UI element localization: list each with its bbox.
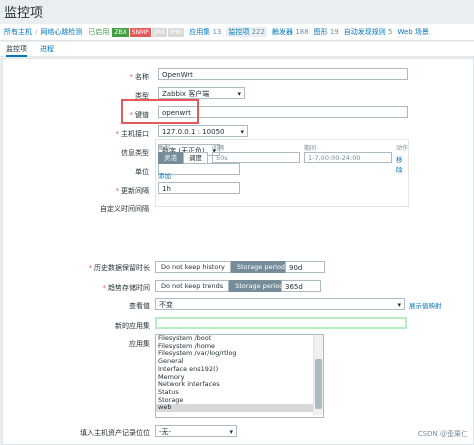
- tab-bar: 监控项 进程: [0, 42, 474, 57]
- nav-items-label: 监控项: [228, 28, 250, 36]
- scrollbar-thumb[interactable]: [315, 359, 322, 409]
- breadcrumb-all-hosts[interactable]: 所有主机: [4, 27, 32, 37]
- inventory-label: 填入主机资产记录位位: [80, 429, 150, 437]
- nav-items-count: 222: [251, 28, 265, 36]
- do-not-keep-history-option[interactable]: Do not keep history: [155, 261, 231, 273]
- trends-input[interactable]: 365d: [281, 280, 321, 292]
- type-select[interactable]: Zabbix 客户端: [158, 87, 245, 99]
- badge-snmp: SNMP: [129, 27, 151, 37]
- badge-ipmi: IPMI: [167, 27, 185, 37]
- new-app-input[interactable]: [155, 317, 407, 329]
- valuemap-label: 查看值: [129, 302, 150, 310]
- interface-label: * 主机接口: [115, 130, 150, 138]
- new-app-label: 新的应用集: [115, 322, 150, 330]
- nav-graphs-count: 19: [329, 28, 339, 36]
- nav-triggers-count: 188: [295, 28, 309, 36]
- nav-graphs[interactable]: 图形 19: [314, 27, 339, 37]
- nav-discovery-label: 自动发现规则: [343, 28, 386, 36]
- interval-input[interactable]: 50s: [212, 152, 300, 163]
- key-highlight-box: [121, 99, 199, 124]
- name-label: * 名称: [129, 73, 150, 81]
- history-storage-period-option[interactable]: Storage period: [230, 261, 292, 273]
- breadcrumb-host[interactable]: 网络心跳检测: [40, 27, 82, 37]
- do-not-keep-trends-option[interactable]: Do not keep trends: [155, 280, 230, 292]
- tab-process[interactable]: 进程: [40, 44, 54, 54]
- nav-discovery-count: 5: [387, 28, 393, 36]
- trends-label: * 趋势存储时间: [102, 284, 151, 292]
- name-input[interactable]: OpenWrt: [158, 68, 408, 80]
- history-input[interactable]: 90d: [285, 261, 325, 273]
- period-input[interactable]: 1-7,00:00-24:00: [304, 152, 392, 163]
- show-valuemap-link[interactable]: 展示值映射: [409, 300, 442, 310]
- col-period: 期间: [304, 145, 317, 152]
- info-type-label: 信息类型: [121, 149, 149, 157]
- history-mode-toggle: Do not keep history Storage period: [155, 261, 292, 273]
- col-type: 类型: [158, 145, 171, 152]
- tab-item[interactable]: 监控项: [6, 44, 27, 57]
- watermark: CSDN @歪果仁: [417, 430, 468, 438]
- nav-items[interactable]: 监控项 222: [226, 27, 267, 37]
- page-title: 监控项: [4, 6, 44, 21]
- nav-triggers[interactable]: 触发器 188: [272, 27, 309, 37]
- badge-jmx: JMX: [151, 27, 167, 37]
- nav-applications-count: 13: [212, 28, 222, 36]
- custom-intervals-table: 类型 间隔 期间 动作 灵活 调度 50s 1-7,00:00-24:00 移除…: [155, 139, 409, 207]
- nav-applications-label: 应用集: [189, 28, 211, 36]
- nav-web[interactable]: Web 场景: [397, 27, 429, 37]
- breadcrumb-separator: /: [35, 28, 38, 36]
- col-action: 动作: [396, 145, 409, 152]
- applications-listbox[interactable]: Filesystem /boot Filesystem /home Filesy…: [155, 334, 324, 418]
- custom-intervals-label: 自定义时间间隔: [100, 205, 149, 213]
- listbox-scrollbar[interactable]: [313, 335, 323, 415]
- flexible-option[interactable]: 灵活: [158, 152, 183, 164]
- list-item[interactable]: Storage: [156, 396, 323, 405]
- remove-interval-link[interactable]: 移除: [396, 154, 408, 174]
- scheduling-option[interactable]: 调度: [183, 152, 208, 164]
- add-interval-link[interactable]: 添加: [158, 170, 171, 180]
- inventory-select[interactable]: -无-: [155, 425, 237, 437]
- col-interval: 间隔: [212, 145, 225, 152]
- list-item-selected[interactable]: web: [156, 404, 323, 413]
- interval-type-toggle: 灵活 调度: [158, 152, 208, 164]
- breadcrumb: 所有主机 / 网络心跳检测 已启用 ZBX SNMP JMX IPMI 应用集 …: [0, 24, 474, 41]
- nav-web-label: Web 场景: [397, 28, 429, 36]
- interface-select[interactable]: 127.0.0.1 : 10050: [158, 125, 248, 137]
- host-status[interactable]: 已启用: [88, 27, 109, 37]
- nav-discovery[interactable]: 自动发现规则 5: [344, 27, 393, 37]
- list-item[interactable]: Network interfaces: [156, 381, 323, 389]
- applications-label: 应用集: [129, 340, 150, 348]
- badge-zbx: ZBX: [112, 27, 129, 37]
- history-label: * 历史数据保留时长: [88, 264, 151, 272]
- units-label: 单位: [135, 168, 149, 176]
- trends-mode-toggle: Do not keep trends Storage period: [155, 280, 290, 292]
- valuemap-select[interactable]: 不变: [155, 298, 405, 310]
- delay-label: * 更新间隔: [115, 187, 150, 195]
- nav-applications[interactable]: 应用集 13: [189, 27, 221, 37]
- nav-graphs-label: 图形: [313, 28, 328, 36]
- nav-triggers-label: 触发器: [271, 28, 293, 36]
